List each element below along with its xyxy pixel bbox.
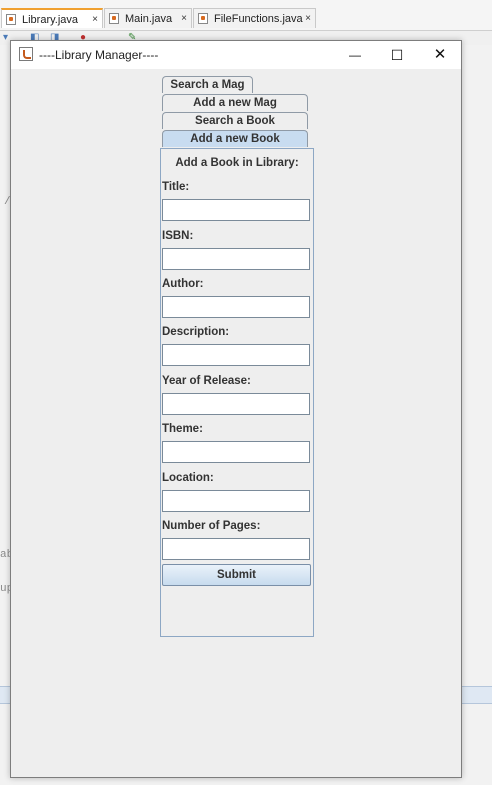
isbn-label: ISBN: (162, 230, 194, 242)
ide-tab-library[interactable]: Library.java × (1, 8, 103, 28)
ide-editor-tabbar: Library.java × Main.java × FileFunctions… (0, 0, 492, 31)
close-tab-icon[interactable]: × (92, 10, 98, 30)
pages-label: Number of Pages: (162, 520, 261, 532)
theme-field[interactable] (162, 441, 310, 463)
close-tab-icon[interactable]: × (305, 9, 311, 29)
close-tab-icon[interactable]: × (181, 9, 187, 29)
year-label: Year of Release: (162, 375, 251, 387)
window-title: ----Library Manager---- (39, 48, 159, 62)
ide-tab-main[interactable]: Main.java × (104, 8, 192, 28)
minimize-button[interactable]: — (333, 41, 377, 69)
year-field[interactable] (162, 393, 310, 415)
ide-tab-filefunctions[interactable]: FileFunctions.java × (193, 8, 316, 28)
submit-button[interactable]: Submit (162, 564, 311, 586)
title-field[interactable] (162, 199, 310, 221)
java-app-icon (19, 47, 33, 61)
tab-search-mag[interactable]: Search a Mag (162, 76, 253, 93)
author-field[interactable] (162, 296, 310, 318)
java-file-icon (109, 13, 119, 24)
theme-label: Theme: (162, 423, 203, 435)
window-titlebar[interactable]: ----Library Manager---- — ☐ ✕ (11, 41, 461, 69)
tab-search-book[interactable]: Search a Book (162, 112, 308, 129)
add-book-panel: Add a Book in Library: Title: ISBN: Auth… (160, 148, 314, 637)
close-button[interactable]: ✕ (418, 41, 462, 69)
description-label: Description: (162, 326, 230, 338)
ide-tab-label: Library.java (22, 14, 79, 26)
java-file-icon (198, 13, 208, 24)
description-field[interactable] (162, 344, 310, 366)
location-field[interactable] (162, 490, 310, 512)
library-manager-window: ----Library Manager---- — ☐ ✕ Search a M… (10, 40, 462, 778)
ide-tab-label: FileFunctions.java (214, 13, 303, 25)
ide-tab-label: Main.java (125, 13, 173, 25)
toolbar-icon[interactable]: ▾ (3, 32, 8, 43)
location-label: Location: (162, 472, 214, 484)
tab-add-book[interactable]: Add a new Book (162, 130, 308, 147)
isbn-field[interactable] (162, 248, 310, 270)
java-file-icon (6, 14, 16, 25)
title-label: Title: (162, 181, 190, 193)
pages-field[interactable] (162, 538, 310, 560)
author-label: Author: (162, 278, 204, 290)
maximize-button[interactable]: ☐ (375, 41, 419, 69)
form-heading: Add a Book in Library: (175, 157, 299, 169)
tab-add-mag[interactable]: Add a new Mag (162, 94, 308, 111)
